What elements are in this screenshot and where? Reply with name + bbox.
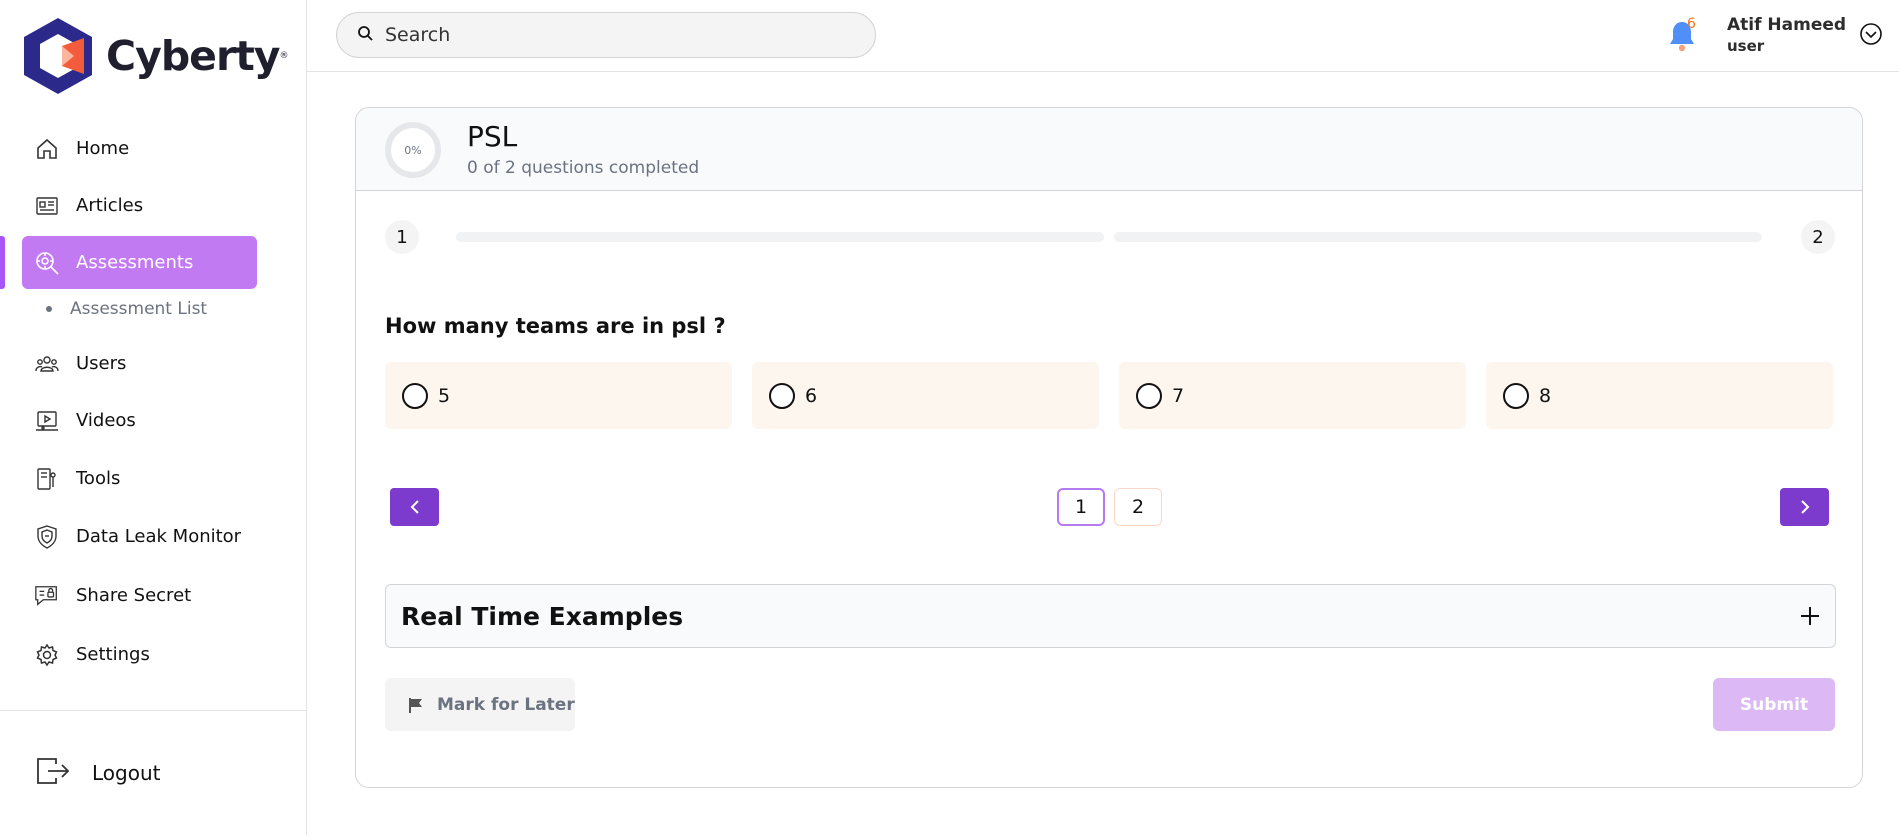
radio-button[interactable] — [1503, 382, 1529, 409]
sidebar-item-articles[interactable]: Articles — [22, 179, 257, 232]
sidebar-subitem-label: Assessment List — [70, 299, 208, 319]
articles-icon — [34, 193, 60, 219]
previous-question-button[interactable] — [390, 488, 439, 526]
sidebar-item-data-leak-monitor[interactable]: Data Leak Monitor — [22, 510, 257, 563]
answer-option[interactable]: 7 — [1119, 362, 1466, 429]
assessment-progress-text: 0 of 2 questions completed — [467, 158, 700, 178]
sidebar: Cyberty ® Home Articles Assessments Asse… — [0, 0, 307, 835]
option-label: 7 — [1172, 384, 1185, 407]
progress-ring: 0% — [385, 122, 441, 178]
user-role: user — [1727, 37, 1765, 55]
user-name[interactable]: Atif Hameed — [1727, 15, 1846, 35]
sidebar-item-label: Articles — [76, 195, 144, 216]
active-indicator — [0, 236, 5, 289]
next-question-button[interactable] — [1780, 488, 1829, 526]
sidebar-item-settings[interactable]: Settings — [22, 628, 257, 681]
sidebar-item-label: Share Secret — [76, 585, 192, 606]
question-text: How many teams are in psl ? — [385, 314, 726, 338]
videos-icon — [34, 408, 60, 434]
step-indicator-2: 2 — [1801, 220, 1835, 254]
search-icon — [357, 25, 373, 45]
option-label: 6 — [805, 384, 818, 407]
brand-reg-mark: ® — [279, 51, 289, 61]
assessment-header: 0% PSL 0 of 2 questions completed — [356, 108, 1862, 191]
sidebar-item-label: Videos — [76, 410, 136, 431]
top-header: 6 Atif Hameed user — [307, 0, 1899, 72]
sidebar-item-assessments[interactable]: Assessments — [22, 236, 257, 289]
option-label: 8 — [1539, 384, 1552, 407]
mark-for-later-label: Mark for Later — [437, 694, 575, 715]
chevron-left-icon — [410, 500, 419, 514]
logout-button[interactable]: Logout — [36, 756, 160, 790]
sidebar-subitem-assessment-list[interactable]: Assessment List — [46, 299, 207, 319]
sidebar-item-label: Home — [76, 138, 130, 159]
submit-button[interactable]: Submit — [1713, 678, 1835, 731]
user-menu-chevron-icon[interactable] — [1859, 22, 1883, 46]
search-input[interactable] — [385, 24, 865, 46]
flag-icon — [409, 697, 422, 713]
option-label: 5 — [438, 384, 451, 407]
assessments-icon — [34, 250, 60, 276]
chevron-right-icon — [1800, 500, 1809, 514]
home-icon — [34, 136, 60, 162]
plus-icon — [1799, 605, 1821, 627]
page-number[interactable]: 2 — [1114, 488, 1162, 526]
radio-button[interactable] — [769, 382, 795, 409]
answer-option[interactable]: 5 — [385, 362, 732, 429]
sidebar-item-home[interactable]: Home — [22, 122, 257, 175]
sidebar-item-tools[interactable]: Tools — [22, 452, 257, 505]
sidebar-item-label: Users — [76, 353, 127, 374]
assessment-card: 0% PSL 0 of 2 questions completed 1 2 Ho… — [355, 107, 1863, 788]
page-number-current[interactable]: 1 — [1057, 488, 1105, 526]
answer-option[interactable]: 6 — [752, 362, 1099, 429]
bullet-dot — [46, 306, 52, 312]
sidebar-divider — [0, 710, 307, 711]
users-icon — [34, 351, 60, 377]
sidebar-item-label: Settings — [76, 644, 150, 665]
brand-name: Cyberty — [106, 32, 281, 80]
gear-icon — [34, 642, 60, 668]
progress-track-segment-1 — [456, 232, 1104, 242]
progress-track-segment-2 — [1114, 232, 1762, 242]
notification-count: 6 — [1687, 16, 1696, 32]
step-indicator-1: 1 — [385, 220, 419, 254]
radio-button[interactable] — [402, 382, 428, 409]
mark-for-later-button[interactable]: Mark for Later — [385, 678, 575, 731]
sidebar-item-users[interactable]: Users — [22, 337, 257, 390]
cyberty-logo-icon — [24, 18, 92, 94]
real-time-examples-accordion[interactable]: Real Time Examples — [385, 584, 1836, 648]
search-bar[interactable] — [336, 12, 876, 58]
sidebar-item-share-secret[interactable]: Share Secret — [22, 569, 257, 622]
radio-button[interactable] — [1136, 382, 1162, 409]
assessment-title: PSL — [467, 120, 518, 153]
logout-icon — [36, 756, 70, 790]
sidebar-item-videos[interactable]: Videos — [22, 394, 257, 447]
share-secret-icon — [34, 583, 60, 609]
answer-option[interactable]: 8 — [1486, 362, 1833, 429]
sidebar-item-label: Assessments — [76, 252, 194, 273]
accordion-title: Real Time Examples — [401, 601, 684, 631]
brand-logo[interactable]: Cyberty ® — [22, 16, 289, 96]
shield-icon — [34, 524, 60, 550]
progress-percent: 0% — [404, 143, 422, 157]
logout-label: Logout — [92, 761, 161, 785]
sidebar-item-label: Data Leak Monitor — [76, 526, 242, 547]
sidebar-item-label: Tools — [76, 468, 121, 489]
tools-icon — [34, 466, 60, 492]
